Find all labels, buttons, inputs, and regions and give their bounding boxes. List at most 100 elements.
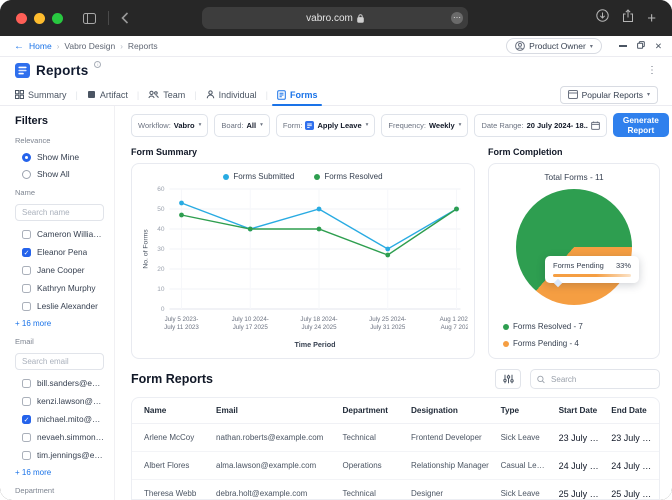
toolbar-divider — [108, 11, 109, 25]
breadcrumb-project[interactable]: Vabro Design — [64, 41, 115, 51]
checkbox-list-item[interactable]: Leslie Alexander — [22, 301, 104, 311]
tab-artifact[interactable]: Artifact — [78, 84, 137, 105]
relevance-label: Relevance — [15, 136, 51, 145]
radio-show-mine[interactable]: Show Mine — [22, 152, 104, 162]
checkbox-list-item[interactable]: Kathryn Murphy — [22, 283, 104, 293]
tooltip-value: 33% — [615, 261, 631, 270]
back-arrow-icon[interactable]: ← — [14, 41, 24, 52]
legend-dot — [314, 173, 321, 180]
table-cell: Operations — [337, 451, 407, 480]
checkbox-checked[interactable]: ✓ — [22, 247, 31, 257]
checkbox-label: Jane Cooper — [37, 265, 85, 275]
pie-legend-item: Forms Pending - 4 — [503, 339, 583, 348]
search-name-input[interactable] — [15, 204, 104, 221]
chevron-down-icon: ▾ — [589, 43, 593, 50]
checkbox-unchecked[interactable] — [22, 378, 31, 388]
chevron-down-icon: ▾ — [260, 122, 263, 128]
checkbox-list-item[interactable]: ✓ Eleanor Pena — [22, 247, 104, 257]
popular-reports-button[interactable]: Popular Reports ▾ — [559, 85, 658, 104]
tab-forms[interactable]: Forms — [268, 84, 327, 106]
checkbox-unchecked[interactable] — [22, 283, 31, 293]
tab-team[interactable]: Team — [139, 84, 194, 105]
workflow-label: Workflow: — [138, 120, 171, 130]
svg-text:0: 0 — [161, 306, 165, 313]
checkbox-list-item[interactable]: Jane Cooper — [22, 265, 104, 275]
pie-subtitle: Total Forms - 11 — [544, 172, 604, 182]
checkbox-list-item[interactable]: kenzi.lawson@example.com — [22, 396, 104, 406]
tab-individual[interactable]: Individual — [197, 84, 266, 105]
share-icon[interactable] — [622, 8, 634, 28]
checkbox-list-item[interactable]: tim.jennings@example.com — [22, 450, 104, 460]
table-row[interactable]: Albert Flores alma.lawson@example.com Oper… — [132, 451, 659, 480]
svg-text:July 18 2024-: July 18 2024- — [300, 316, 337, 323]
info-icon[interactable]: i — [94, 61, 102, 68]
table-search-input[interactable] — [549, 373, 653, 385]
email-more-link[interactable]: + 16 more — [15, 468, 104, 477]
table-column-header: Email — [211, 398, 338, 424]
close-icon[interactable]: ✕ — [655, 41, 662, 52]
checkbox-unchecked[interactable] — [22, 432, 31, 442]
breadcrumb: ← Home › Vabro Design › Reports Product … — [0, 36, 672, 57]
tab-label: Artifact — [99, 89, 128, 100]
name-more-link[interactable]: + 16 more — [15, 319, 104, 328]
table-filter-button[interactable] — [495, 369, 521, 389]
table-cell: 23 July 2024 — [553, 423, 607, 452]
workflow-dropdown[interactable]: Workflow: Vabro ▾ — [131, 113, 209, 137]
checkbox-unchecked[interactable] — [22, 396, 31, 406]
svg-text:40: 40 — [157, 226, 165, 233]
report-icon — [567, 90, 578, 99]
checkbox-list-item[interactable]: Cameron Williamson — [22, 229, 104, 239]
table-cell: Arlene McCoy — [132, 423, 212, 452]
form-reports-table-wrap: Name Email Department Designation Type Start … — [131, 397, 660, 500]
reports-app-icon — [15, 63, 30, 78]
date-range-label: Date Range: — [481, 120, 524, 130]
artifact-icon — [87, 91, 95, 98]
radio-show-all[interactable]: Show All — [22, 169, 104, 179]
sidebar-toggle-icon[interactable] — [83, 12, 96, 24]
legend-forms-submitted[interactable]: Forms Submitted — [223, 172, 294, 181]
downloads-icon[interactable] — [596, 9, 609, 27]
checkbox-unchecked[interactable] — [22, 229, 31, 239]
calendar-icon — [590, 121, 600, 130]
new-tab-icon[interactable]: + — [647, 11, 656, 26]
completion-pie-chart — [516, 189, 632, 305]
checkbox-unchecked[interactable] — [22, 301, 31, 311]
checkbox-list-item[interactable]: ✓ michael.mito@example.com — [22, 414, 104, 424]
generate-report-button[interactable]: Generate Report — [612, 113, 669, 137]
restore-icon[interactable] — [636, 41, 645, 51]
search-email-input[interactable] — [15, 353, 104, 370]
close-traffic-light[interactable] — [16, 12, 27, 24]
table-column-header: End Date — [606, 398, 659, 424]
checkbox-checked[interactable]: ✓ — [22, 414, 31, 424]
back-chevron-icon[interactable] — [121, 12, 129, 24]
checkbox-list-item[interactable]: bill.sanders@example.com — [22, 378, 104, 388]
table-row[interactable]: Theresa Webb debra.holt@example.com Techni… — [132, 479, 659, 499]
svg-text:July 5 2023-: July 5 2023- — [165, 316, 199, 323]
role-selector[interactable]: Product Owner ▾ — [506, 38, 602, 54]
page-options-icon[interactable]: ⋯ — [451, 12, 463, 24]
minimize-traffic-light[interactable] — [34, 12, 45, 24]
zoom-traffic-light[interactable] — [52, 12, 63, 24]
table-cell: Sick Leave — [495, 479, 554, 499]
checkbox-list-item[interactable]: nevaeh.simmons@example.com — [22, 432, 104, 442]
board-dropdown[interactable]: Board: All ▾ — [214, 113, 270, 137]
frequency-dropdown[interactable]: Frequency: Weekly ▾ — [381, 113, 469, 137]
date-range-picker[interactable]: Date Range: 20 July 2024- 18.. — [474, 113, 607, 137]
form-label: Form: — [282, 120, 303, 130]
legend-label: Forms Resolved — [324, 172, 383, 181]
minimize-icon[interactable] — [618, 45, 627, 47]
legend-forms-resolved[interactable]: Forms Resolved — [314, 172, 383, 181]
checkbox-unchecked[interactable] — [22, 265, 31, 275]
address-bar[interactable]: vabro.com ⋯ — [202, 7, 468, 29]
form-dropdown[interactable]: Form: Apply Leave ▾ — [275, 113, 376, 137]
chevron-right-icon: › — [120, 41, 123, 51]
breadcrumb-home[interactable]: Home — [29, 41, 52, 51]
table-search-box[interactable] — [530, 369, 660, 389]
kebab-menu-icon[interactable]: ⋮ — [647, 65, 658, 76]
legend-label: Forms Resolved - 7 — [513, 322, 583, 331]
checkbox-unchecked[interactable] — [22, 450, 31, 460]
tab-summary[interactable]: Summary — [15, 84, 76, 105]
table-row[interactable]: Arlene McCoy nathan.roberts@example.com Te… — [132, 423, 659, 452]
svg-text:10: 10 — [157, 286, 165, 293]
checkbox-label: Cameron Williamson — [37, 229, 104, 239]
